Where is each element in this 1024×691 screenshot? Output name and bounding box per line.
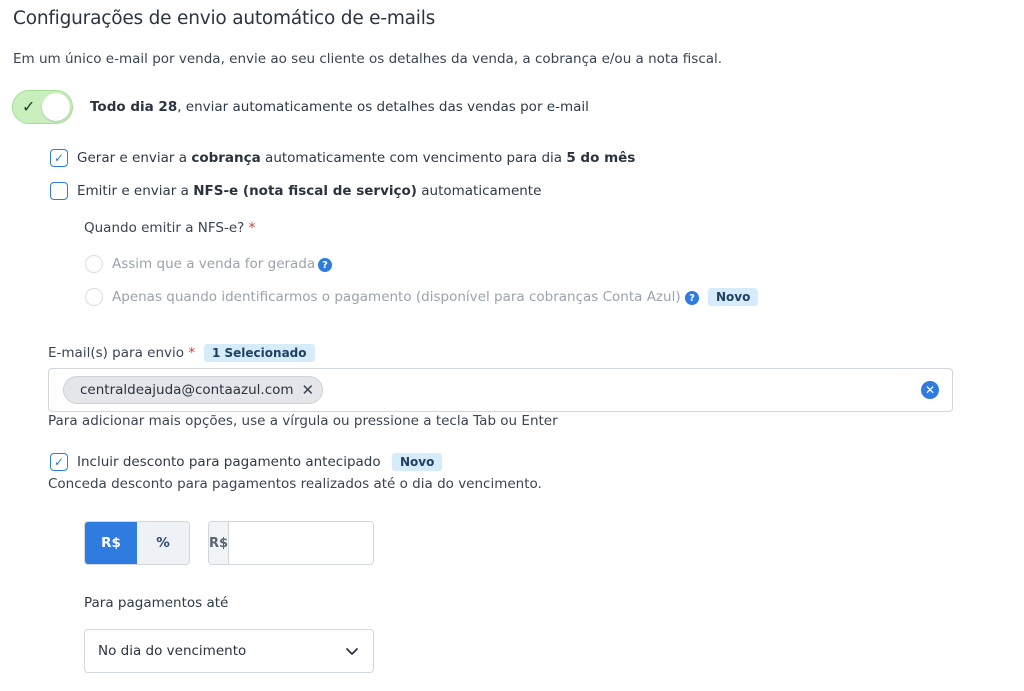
discount-type-selector: R$ % — [84, 521, 190, 565]
check-icon: ✓ — [22, 97, 36, 116]
nfse-text-1: Emitir e enviar a — [77, 183, 194, 199]
payment-until-value: No dia do vencimento — [98, 643, 247, 659]
auto-send-date: Todo dia 28 — [90, 99, 178, 115]
nfse-when-label: Quando emitir a NFS-e? — [84, 220, 245, 236]
emails-label: E-mail(s) para envio — [48, 345, 185, 361]
nfse-bold-1: NFS-e (nota fiscal de serviço) — [193, 183, 417, 199]
nfse-text-2: automaticamente — [416, 183, 542, 199]
new-badge: Novo — [392, 453, 443, 471]
charge-bold-1: cobrança — [191, 150, 261, 166]
radio-on-payment[interactable] — [85, 288, 103, 306]
selected-count-badge: 1 Selecionado — [204, 344, 315, 362]
new-badge: Novo — [708, 288, 759, 306]
emails-hint: Para adicionar mais opções, use a vírgul… — [48, 413, 558, 429]
charge-text-1: Gerar e enviar a — [77, 150, 192, 166]
clear-circle-icon[interactable]: ✕ — [921, 381, 939, 399]
discount-type-percent-button[interactable]: % — [137, 522, 189, 564]
discount-amount-field: R$ — [208, 521, 374, 565]
required-mark: * — [188, 345, 196, 361]
payment-until-select[interactable]: No dia do vencimento — [84, 629, 374, 673]
discount-description: Conceda desconto para pagamentos realiza… — [48, 476, 542, 492]
close-icon[interactable]: ✕ — [302, 381, 315, 399]
auto-send-toggle[interactable]: ✓ — [12, 90, 73, 124]
auto-send-label: Todo dia 28, enviar automaticamente os d… — [90, 99, 589, 115]
payment-until-label: Para pagamentos até — [84, 595, 229, 611]
charge-bold-2: 5 do mês — [566, 150, 636, 166]
currency-prefix: R$ — [209, 522, 230, 564]
email-chip: centraldeajuda@contaazul.com ✕ — [63, 376, 324, 404]
nfse-checkbox[interactable] — [50, 182, 68, 200]
discount-amount-input[interactable] — [229, 522, 373, 564]
page-title: Configurações de envio automático de e-m… — [13, 8, 436, 29]
discount-type-currency-button[interactable]: R$ — [85, 522, 137, 564]
email-chip-label: centraldeajuda@contaazul.com — [80, 382, 294, 398]
discount-checkbox[interactable]: ✓ — [50, 453, 68, 471]
radio-label-on-sale: Assim que a venda for gerada — [112, 256, 316, 272]
help-circle-icon[interactable]: ? — [685, 291, 699, 305]
toggle-knob — [42, 93, 70, 121]
page-subtitle: Em um único e-mail por venda, envie ao s… — [13, 51, 723, 67]
nfse-when-question: Quando emitir a NFS-e? * — [84, 220, 255, 236]
check-icon: ✓ — [53, 455, 65, 469]
help-circle-icon[interactable]: ? — [318, 258, 332, 272]
check-icon: ✓ — [53, 151, 65, 165]
charge-checkbox[interactable]: ✓ — [50, 149, 68, 167]
required-mark: * — [248, 220, 256, 236]
emails-input[interactable]: centraldeajuda@contaazul.com ✕ ✕ — [48, 368, 953, 412]
nfse-checkbox-label: Emitir e enviar a NFS-e (nota fiscal de … — [77, 183, 541, 199]
discount-checkbox-label: Incluir desconto para pagamento antecipa… — [77, 454, 381, 470]
chevron-down-icon — [346, 648, 358, 655]
auto-send-text: , enviar automaticamente os detalhes das… — [177, 99, 589, 115]
charge-text-2: automaticamente com vencimento para dia — [260, 150, 567, 166]
charge-checkbox-label: Gerar e enviar a cobrança automaticament… — [77, 150, 635, 166]
emails-label-row: E-mail(s) para envio * — [48, 345, 195, 361]
radio-on-sale-generated[interactable] — [85, 255, 103, 273]
radio-label-on-payment: Apenas quando identificarmos o pagamento… — [112, 289, 681, 305]
